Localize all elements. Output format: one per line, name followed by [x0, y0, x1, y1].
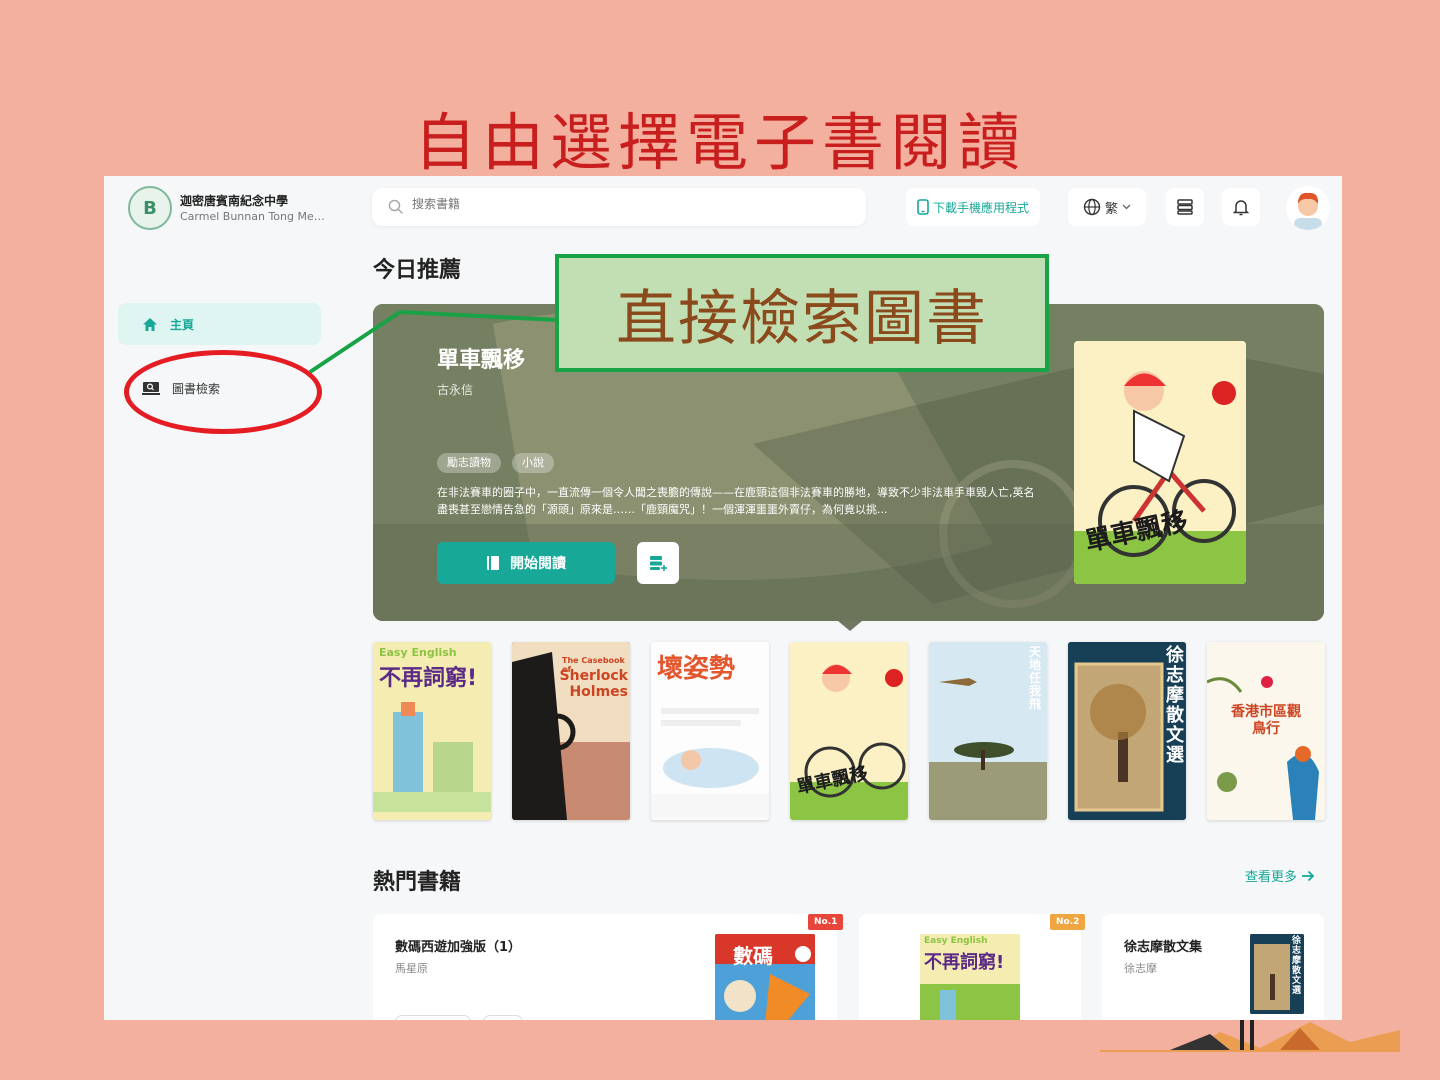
popular-cover-subtitle: Easy English [924, 936, 988, 946]
rank-badge: No.2 [1050, 914, 1086, 930]
start-reading-label: 開始閱讀 [510, 556, 566, 572]
carousel-book-3[interactable]: 壞姿勢 [651, 642, 769, 820]
search-bar[interactable] [372, 188, 866, 226]
notification-button[interactable] [1222, 188, 1260, 226]
slide-title: 自由選擇電子書閱讀 [413, 106, 1026, 179]
popular-book-cover: 徐志摩散文選 [1250, 934, 1304, 1014]
carousel-pointer [838, 621, 862, 631]
globe-icon [1083, 198, 1101, 216]
genre-tag[interactable]: 小說 [512, 453, 554, 473]
popular-cover-text: 數碼 [733, 944, 773, 968]
view-more-label: 查看更多 [1245, 870, 1298, 885]
carousel-book-5[interactable]: 天地任我飛 [929, 642, 1047, 820]
bookshelf-icon [1177, 199, 1193, 215]
highlight-ring [124, 350, 322, 434]
carousel-book-6[interactable]: 徐志摩散文選 [1068, 642, 1186, 820]
popular-book-card-2[interactable]: Easy English 不再詞窮! [859, 914, 1081, 1020]
search-input[interactable] [412, 197, 812, 211]
carousel-book-7[interactable]: 香港市區觀鳥行 [1207, 642, 1325, 820]
popular-section-title: 熱門書籍 [373, 870, 462, 895]
sidebar-item-label: 主頁 [170, 317, 195, 332]
genre-tag[interactable]: 勵志讀物 [437, 453, 501, 473]
carousel-book-2[interactable]: The Casebook of Sherlock Holmes [512, 642, 630, 820]
carousel-book-1[interactable]: Easy English 不再詞窮! [373, 642, 491, 820]
cover-illustration [651, 708, 769, 818]
popular-cover-text: 不再詞窮! [924, 952, 1005, 973]
add-to-shelf-button[interactable] [637, 542, 679, 584]
carousel-book-4[interactable]: 單車飄移 [790, 642, 908, 820]
popular-book-card-1[interactable]: 數碼西遊加強版（1） 馬星原 數碼 [373, 914, 837, 1020]
language-label: 繁 [1104, 201, 1118, 217]
popular-book-card-3[interactable]: 徐志摩散文集 徐志摩 徐志摩散文選 [1102, 914, 1324, 1020]
top-bar: B 迦密唐賓南紀念中學 Carmel Bunnan Tong Memori...… [104, 176, 1342, 240]
user-avatar-icon [1294, 192, 1322, 230]
popular-book-cover: 數碼 [715, 934, 815, 1020]
cover-illustration [920, 984, 1020, 1020]
popular-book-author: 徐志摩 [1124, 962, 1157, 975]
popular-book-author: 馬星原 [395, 962, 428, 975]
rank-badge: No.1 [808, 914, 844, 930]
popular-cover-text: 徐志摩散文選 [1292, 936, 1302, 996]
featured-book-title[interactable]: 單車飄移 [437, 342, 525, 374]
school-name: 迦密唐賓南紀念中學 [180, 194, 289, 208]
download-app-button[interactable]: 下載手機應用程式 [906, 188, 1040, 226]
featured-book-author: 古永信 [437, 383, 474, 397]
start-reading-button[interactable]: 開始閱讀 [437, 542, 615, 584]
genre-tag [395, 1015, 471, 1020]
genre-tag [483, 1015, 523, 1020]
book-icon [487, 556, 499, 570]
app-window: B 迦密唐賓南紀念中學 Carmel Bunnan Tong Memori...… [104, 176, 1342, 1020]
language-selector[interactable]: 繁 [1068, 188, 1146, 226]
user-avatar[interactable] [1286, 186, 1330, 230]
chevron-down-icon [1122, 204, 1131, 210]
callout-box: 直接檢索圖書 [555, 254, 1049, 372]
phone-icon [917, 199, 929, 215]
school-name-en: Carmel Bunnan Tong Memori... [180, 210, 330, 223]
today-section-title: 今日推薦 [373, 258, 462, 283]
popular-book-title: 數碼西遊加強版（1） [395, 940, 522, 955]
bell-icon [1233, 200, 1249, 216]
school-logo[interactable]: B [128, 186, 172, 230]
bookshelf-button[interactable] [1166, 188, 1204, 226]
popular-book-cover: Easy English 不再詞窮! [920, 934, 1020, 1020]
sidebar-item-home[interactable]: 主頁 [118, 303, 321, 345]
featured-book-cover[interactable]: 單車飄移 [1074, 341, 1246, 584]
search-icon [388, 199, 404, 215]
download-app-label: 下載手機應用程式 [932, 200, 1029, 215]
view-more-link[interactable]: 查看更多 [1245, 866, 1315, 885]
featured-book-description: 在非法賽車的圈子中，一直流傳一個令人聞之喪膽的傳說——在鹿頸這個非法賽車的勝地，… [437, 486, 1035, 516]
cover-illustration [373, 702, 491, 812]
home-icon [143, 317, 157, 331]
add-shelf-icon [650, 556, 667, 571]
popular-book-title: 徐志摩散文集 [1124, 940, 1203, 955]
arrow-right-icon [1302, 870, 1315, 881]
